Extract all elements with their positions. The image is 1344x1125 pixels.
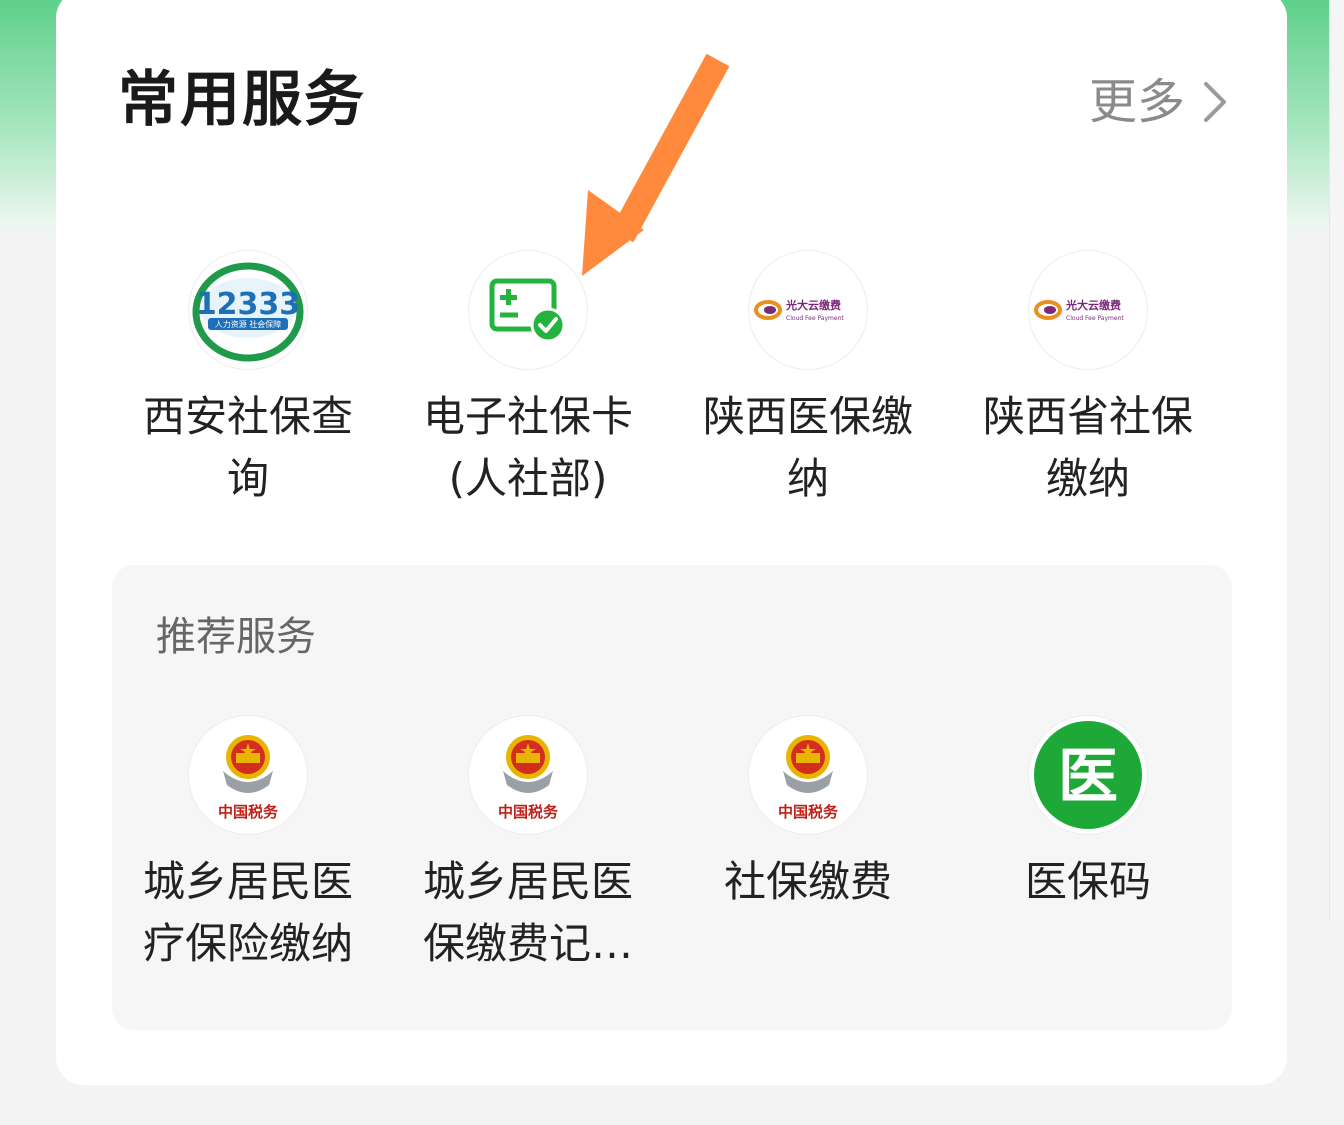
service-label: 陕西省社保缴纳 [982,392,1193,503]
more-button[interactable]: 更多 [1089,78,1227,126]
svg-text:中国税务: 中国税务 [218,803,279,821]
china-tax-emblem-icon: 中国税务 [188,715,308,835]
service-shaanxi-social-security-payment[interactable]: 光大云缴费 Cloud Fee Payment 陕西省社保缴纳 [948,250,1228,510]
service-label: 医保码 [1024,857,1151,906]
more-label: 更多 [1088,74,1185,130]
svg-text:Cloud Fee Payment: Cloud Fee Payment [786,315,844,322]
service-label: 社保缴费 [723,857,892,906]
china-tax-emblem-icon: 中国税务 [748,715,868,835]
12333-logo-icon: 12333 人力资源 社会保障 [188,250,308,370]
svg-text:中国税务: 中国税务 [778,803,839,821]
service-medical-insurance-code[interactable]: 医 医保码 [948,715,1228,975]
service-label: 城乡居民医保缴费记… [422,857,633,968]
service-label: 陕西医保缴纳 [702,392,913,503]
svg-text:光大云缴费: 光大云缴费 [785,298,841,312]
svg-text:中国税务: 中国税务 [498,803,559,821]
pointer-arrow-annotation [582,53,730,276]
china-tax-emblem-icon: 中国税务 [468,715,588,835]
recommended-services-grid: 中国税务 城乡居民医疗保险缴纳 中国税务 城乡居民医保缴费记… 中国税务 社保缴… [108,715,1228,975]
svg-text:Cloud Fee Payment: Cloud Fee Payment [1066,315,1124,322]
service-urban-rural-medical-insurance-payment[interactable]: 中国税务 城乡居民医疗保险缴纳 [108,715,388,975]
medical-card-check-icon [468,250,588,370]
svg-text:人力资源 社会保障: 人力资源 社会保障 [215,319,282,329]
service-label: 电子社保卡(人社部) [422,392,633,503]
service-xian-social-security-query[interactable]: 12333 人力资源 社会保障 西安社保查询 [108,250,388,510]
scrollbar-track[interactable] [1329,0,1344,920]
service-label: 城乡居民医疗保险缴纳 [142,857,353,968]
svg-text:医: 医 [1058,742,1118,812]
service-shaanxi-medical-insurance-payment[interactable]: 光大云缴费 Cloud Fee Payment 陕西医保缴纳 [668,250,948,510]
service-social-security-payment[interactable]: 中国税务 社保缴费 [668,715,948,975]
service-label: 西安社保查询 [142,392,353,503]
service-urban-rural-medical-payment-record[interactable]: 中国税务 城乡居民医保缴费记… [388,715,668,975]
cloud-fee-payment-icon: 光大云缴费 Cloud Fee Payment [1028,250,1148,370]
medical-insurance-code-icon: 医 [1028,715,1148,835]
chevron-right-icon [1204,82,1226,122]
svg-text:光大云缴费: 光大云缴费 [1065,298,1121,312]
svg-text:12333: 12333 [196,287,300,322]
service-electronic-social-security-card[interactable]: 电子社保卡(人社部) [388,250,668,510]
cloud-fee-payment-icon: 光大云缴费 Cloud Fee Payment [748,250,868,370]
common-services-grid: 12333 人力资源 社会保障 西安社保查询 电子社保卡(人社部) 光大云缴费 … [108,250,1228,510]
recommended-title: 推荐服务 [156,614,316,660]
section-title: 常用服务 [118,65,366,135]
